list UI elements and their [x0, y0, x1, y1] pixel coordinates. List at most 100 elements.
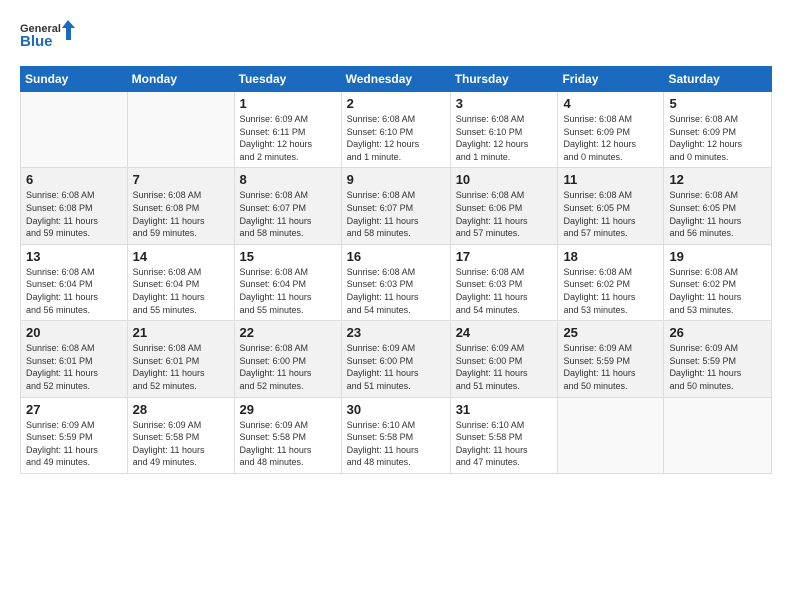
- calendar-week-row: 1 Sunrise: 6:09 AM Sunset: 6:11 PM Daylig…: [21, 92, 772, 168]
- day-info: Sunrise: 6:08 AM Sunset: 6:08 PM Dayligh…: [26, 189, 122, 239]
- day-info: Sunrise: 6:10 AM Sunset: 5:58 PM Dayligh…: [347, 419, 445, 469]
- calendar-cell: 14 Sunrise: 6:08 AM Sunset: 6:04 PM Dayli…: [127, 244, 234, 320]
- day-number: 6: [26, 172, 122, 187]
- logo-svg: General Blue: [20, 18, 75, 56]
- day-info: Sunrise: 6:08 AM Sunset: 6:04 PM Dayligh…: [133, 266, 229, 316]
- header: General Blue: [20, 18, 772, 56]
- day-number: 1: [240, 96, 336, 111]
- day-number: 26: [669, 325, 766, 340]
- calendar-cell: 10 Sunrise: 6:08 AM Sunset: 6:06 PM Dayli…: [450, 168, 558, 244]
- weekday-header-thursday: Thursday: [450, 67, 558, 92]
- calendar-cell: 13 Sunrise: 6:08 AM Sunset: 6:04 PM Dayli…: [21, 244, 128, 320]
- day-number: 27: [26, 402, 122, 417]
- calendar-cell: 28 Sunrise: 6:09 AM Sunset: 5:58 PM Dayli…: [127, 397, 234, 473]
- calendar-cell: [558, 397, 664, 473]
- day-info: Sunrise: 6:09 AM Sunset: 6:00 PM Dayligh…: [347, 342, 445, 392]
- day-info: Sunrise: 6:08 AM Sunset: 6:03 PM Dayligh…: [347, 266, 445, 316]
- day-info: Sunrise: 6:08 AM Sunset: 6:10 PM Dayligh…: [456, 113, 553, 163]
- calendar-cell: 23 Sunrise: 6:09 AM Sunset: 6:00 PM Dayli…: [341, 321, 450, 397]
- calendar-cell: 22Sunrise: 6:08 AM Sunset: 6:00 PM Dayli…: [234, 321, 341, 397]
- calendar-cell: 2 Sunrise: 6:08 AM Sunset: 6:10 PM Daylig…: [341, 92, 450, 168]
- calendar-cell: 30Sunrise: 6:10 AM Sunset: 5:58 PM Dayli…: [341, 397, 450, 473]
- weekday-header-friday: Friday: [558, 67, 664, 92]
- day-info: Sunrise: 6:09 AM Sunset: 6:00 PM Dayligh…: [456, 342, 553, 392]
- day-info: Sunrise: 6:08 AM Sunset: 6:02 PM Dayligh…: [563, 266, 658, 316]
- day-info: Sunrise: 6:09 AM Sunset: 5:58 PM Dayligh…: [133, 419, 229, 469]
- day-number: 14: [133, 249, 229, 264]
- day-info: Sunrise: 6:08 AM Sunset: 6:01 PM Dayligh…: [133, 342, 229, 392]
- day-info: Sunrise: 6:08 AM Sunset: 6:04 PM Dayligh…: [26, 266, 122, 316]
- calendar-cell: 25 Sunrise: 6:09 AM Sunset: 5:59 PM Dayli…: [558, 321, 664, 397]
- day-number: 28: [133, 402, 229, 417]
- day-info: Sunrise: 6:08 AM Sunset: 6:01 PM Dayligh…: [26, 342, 122, 392]
- day-number: 5: [669, 96, 766, 111]
- calendar-cell: 6 Sunrise: 6:08 AM Sunset: 6:08 PM Daylig…: [21, 168, 128, 244]
- day-info: Sunrise: 6:08 AM Sunset: 6:02 PM Dayligh…: [669, 266, 766, 316]
- day-info: Sunrise: 6:08 AM Sunset: 6:08 PM Dayligh…: [133, 189, 229, 239]
- weekday-header-row: SundayMondayTuesdayWednesdayThursdayFrid…: [21, 67, 772, 92]
- calendar-cell: 12 Sunrise: 6:08 AM Sunset: 6:05 PM Dayli…: [664, 168, 772, 244]
- day-info: Sunrise: 6:09 AM Sunset: 5:58 PM Dayligh…: [240, 419, 336, 469]
- day-info: Sunrise: 6:08 AM Sunset: 6:07 PM Dayligh…: [240, 189, 336, 239]
- calendar-cell: 8Sunrise: 6:08 AM Sunset: 6:07 PM Daylig…: [234, 168, 341, 244]
- calendar-week-row: 6 Sunrise: 6:08 AM Sunset: 6:08 PM Daylig…: [21, 168, 772, 244]
- calendar-cell: 4 Sunrise: 6:08 AM Sunset: 6:09 PM Daylig…: [558, 92, 664, 168]
- calendar-table: SundayMondayTuesdayWednesdayThursdayFrid…: [20, 66, 772, 474]
- day-number: 10: [456, 172, 553, 187]
- day-info: Sunrise: 6:08 AM Sunset: 6:05 PM Dayligh…: [669, 189, 766, 239]
- day-info: Sunrise: 6:09 AM Sunset: 5:59 PM Dayligh…: [563, 342, 658, 392]
- calendar-cell: 29 Sunrise: 6:09 AM Sunset: 5:58 PM Dayli…: [234, 397, 341, 473]
- day-number: 17: [456, 249, 553, 264]
- calendar-cell: 9Sunrise: 6:08 AM Sunset: 6:07 PM Daylig…: [341, 168, 450, 244]
- calendar-cell: 19 Sunrise: 6:08 AM Sunset: 6:02 PM Dayli…: [664, 244, 772, 320]
- calendar-cell: 17Sunrise: 6:08 AM Sunset: 6:03 PM Dayli…: [450, 244, 558, 320]
- day-info: Sunrise: 6:08 AM Sunset: 6:07 PM Dayligh…: [347, 189, 445, 239]
- day-number: 7: [133, 172, 229, 187]
- day-number: 21: [133, 325, 229, 340]
- day-info: Sunrise: 6:09 AM Sunset: 5:59 PM Dayligh…: [26, 419, 122, 469]
- day-info: Sunrise: 6:09 AM Sunset: 6:11 PM Dayligh…: [240, 113, 336, 163]
- calendar-cell: 20 Sunrise: 6:08 AM Sunset: 6:01 PM Dayli…: [21, 321, 128, 397]
- day-number: 13: [26, 249, 122, 264]
- day-info: Sunrise: 6:08 AM Sunset: 6:05 PM Dayligh…: [563, 189, 658, 239]
- svg-text:Blue: Blue: [20, 33, 53, 50]
- day-number: 24: [456, 325, 553, 340]
- calendar-cell: 31Sunrise: 6:10 AM Sunset: 5:58 PM Dayli…: [450, 397, 558, 473]
- calendar-cell: 15 Sunrise: 6:08 AM Sunset: 6:04 PM Dayli…: [234, 244, 341, 320]
- day-number: 20: [26, 325, 122, 340]
- day-info: Sunrise: 6:08 AM Sunset: 6:04 PM Dayligh…: [240, 266, 336, 316]
- page: General Blue SundayMondayTuesdayWednesda…: [0, 0, 792, 612]
- calendar-cell: [664, 397, 772, 473]
- day-info: Sunrise: 6:08 AM Sunset: 6:09 PM Dayligh…: [563, 113, 658, 163]
- day-number: 19: [669, 249, 766, 264]
- day-number: 16: [347, 249, 445, 264]
- calendar-cell: 7 Sunrise: 6:08 AM Sunset: 6:08 PM Daylig…: [127, 168, 234, 244]
- day-info: Sunrise: 6:08 AM Sunset: 6:06 PM Dayligh…: [456, 189, 553, 239]
- logo: General Blue: [20, 18, 75, 56]
- day-info: Sunrise: 6:08 AM Sunset: 6:09 PM Dayligh…: [669, 113, 766, 163]
- calendar-cell: 27 Sunrise: 6:09 AM Sunset: 5:59 PM Dayli…: [21, 397, 128, 473]
- calendar-cell: 5 Sunrise: 6:08 AM Sunset: 6:09 PM Daylig…: [664, 92, 772, 168]
- weekday-header-monday: Monday: [127, 67, 234, 92]
- day-number: 29: [240, 402, 336, 417]
- day-number: 12: [669, 172, 766, 187]
- day-number: 15: [240, 249, 336, 264]
- weekday-header-tuesday: Tuesday: [234, 67, 341, 92]
- day-number: 11: [563, 172, 658, 187]
- weekday-header-sunday: Sunday: [21, 67, 128, 92]
- calendar-cell: [127, 92, 234, 168]
- day-number: 22: [240, 325, 336, 340]
- day-number: 31: [456, 402, 553, 417]
- day-number: 2: [347, 96, 445, 111]
- calendar-cell: 21 Sunrise: 6:08 AM Sunset: 6:01 PM Dayli…: [127, 321, 234, 397]
- calendar-cell: 26Sunrise: 6:09 AM Sunset: 5:59 PM Dayli…: [664, 321, 772, 397]
- calendar-cell: 24 Sunrise: 6:09 AM Sunset: 6:00 PM Dayli…: [450, 321, 558, 397]
- day-number: 25: [563, 325, 658, 340]
- day-number: 18: [563, 249, 658, 264]
- calendar-cell: 1 Sunrise: 6:09 AM Sunset: 6:11 PM Daylig…: [234, 92, 341, 168]
- calendar-cell: 18 Sunrise: 6:08 AM Sunset: 6:02 PM Dayli…: [558, 244, 664, 320]
- calendar-week-row: 13 Sunrise: 6:08 AM Sunset: 6:04 PM Dayli…: [21, 244, 772, 320]
- day-info: Sunrise: 6:08 AM Sunset: 6:10 PM Dayligh…: [347, 113, 445, 163]
- day-number: 23: [347, 325, 445, 340]
- day-number: 4: [563, 96, 658, 111]
